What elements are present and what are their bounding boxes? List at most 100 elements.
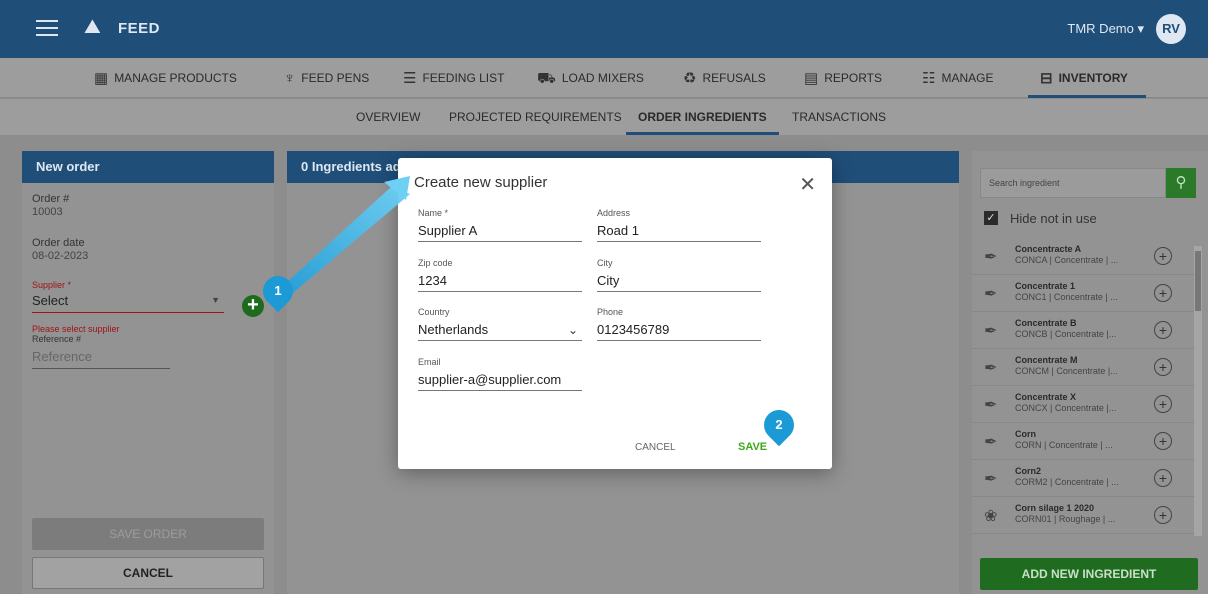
save-order-button[interactable]: SAVE ORDER bbox=[32, 518, 264, 550]
ingredient-list-scrollbar[interactable] bbox=[1194, 246, 1202, 536]
list-item[interactable]: ❀ Corn silage 1 2020 CORN01 | Roughage | .… bbox=[972, 498, 1194, 534]
dialog-cancel-button[interactable]: CANCEL bbox=[635, 442, 676, 453]
tab-order-ingredients[interactable]: ORDER INGREDIENTS bbox=[626, 99, 779, 135]
reference-label: Reference # bbox=[32, 334, 82, 344]
list-item[interactable]: ✒ Concentrate M CONCM | Concentrate |... + bbox=[972, 350, 1194, 386]
cancel-order-button[interactable]: CANCEL bbox=[32, 557, 264, 589]
supplier-label: Supplier * bbox=[32, 280, 72, 290]
corn-icon: ❀ bbox=[984, 508, 998, 525]
nav-load-mixers[interactable]: ⛟ LOAD MIXERS bbox=[537, 58, 644, 98]
app-name: FEED bbox=[118, 20, 161, 37]
pen-icon: ♆ bbox=[284, 70, 296, 87]
zip-field[interactable]: Zip code 1234 bbox=[418, 258, 582, 292]
nav-refusals[interactable]: ♻ REFUSALS bbox=[683, 58, 766, 98]
dialog-title: Create new supplier bbox=[414, 174, 548, 191]
add-ingredient-icon[interactable]: + bbox=[1154, 395, 1172, 413]
nav-reports[interactable]: ▤ REPORTS bbox=[804, 58, 882, 98]
new-order-panel: New order Order # 10003 Order date 08-02… bbox=[22, 151, 274, 594]
add-ingredient-icon[interactable]: + bbox=[1154, 321, 1172, 339]
ingredient-list: ✒ Concentracte A CONCA | Concentrate | ...… bbox=[972, 239, 1194, 539]
close-icon[interactable]: ✕ bbox=[799, 172, 816, 197]
hide-not-in-use-label: Hide not in use bbox=[1010, 211, 1097, 226]
ingredient-list-panel: Search ingredient ⚲ ✓ Hide not in use ✒ C… bbox=[972, 151, 1208, 594]
supplier-error: Please select supplier bbox=[32, 324, 120, 334]
add-supplier-button[interactable]: + bbox=[242, 295, 264, 317]
sub-nav: OVERVIEW PROJECTED REQUIREMENTS ORDER IN… bbox=[0, 99, 1208, 135]
zip-input[interactable]: 1234 bbox=[418, 272, 582, 292]
country-select[interactable]: Netherlands bbox=[418, 321, 582, 341]
search-icon[interactable]: ⚲ bbox=[1166, 168, 1196, 198]
truck-icon: ⛟ bbox=[537, 70, 556, 87]
feather-icon: ✒ bbox=[984, 397, 998, 414]
add-ingredient-icon[interactable]: + bbox=[1154, 284, 1172, 302]
list-item[interactable]: ✒ Concentrate 1 CONC1 | Concentrate | ... + bbox=[972, 276, 1194, 312]
dialog-save-button[interactable]: SAVE bbox=[738, 441, 767, 453]
reports-icon: ▤ bbox=[804, 70, 819, 87]
step-number-2: 2 bbox=[775, 417, 783, 432]
address-input[interactable]: Road 1 bbox=[597, 222, 761, 242]
supplier-select[interactable]: Select ▼ bbox=[32, 293, 224, 313]
country-field[interactable]: Country Netherlands ⌄ bbox=[418, 307, 582, 341]
nav-feeding-list[interactable]: ☰ FEEDING LIST bbox=[403, 58, 504, 98]
feather-icon: ✒ bbox=[984, 323, 998, 340]
feather-icon: ✒ bbox=[984, 471, 998, 488]
feather-icon: ✒ bbox=[984, 360, 998, 377]
hamburger-icon[interactable] bbox=[36, 20, 58, 36]
feather-icon: ✒ bbox=[984, 249, 998, 266]
nav-manage[interactable]: ☷ MANAGE bbox=[922, 58, 993, 98]
add-ingredient-icon[interactable]: + bbox=[1154, 432, 1172, 450]
step-number-1: 1 bbox=[274, 283, 282, 298]
add-ingredient-icon[interactable]: + bbox=[1154, 506, 1172, 524]
add-new-ingredient-button[interactable]: ADD NEW INGREDIENT bbox=[980, 558, 1198, 590]
supplier-select-value: Select bbox=[32, 293, 69, 308]
zip-label: Zip code bbox=[418, 258, 453, 268]
tab-projected-requirements[interactable]: PROJECTED REQUIREMENTS bbox=[449, 99, 622, 135]
order-date-value: 08-02-2023 bbox=[32, 250, 89, 262]
add-ingredient-icon[interactable]: + bbox=[1154, 469, 1172, 487]
name-field[interactable]: Name * Supplier A bbox=[418, 208, 582, 242]
order-date-label: Order date bbox=[32, 237, 85, 249]
city-input[interactable]: City bbox=[597, 272, 761, 292]
tab-overview[interactable]: OVERVIEW bbox=[356, 99, 420, 135]
module-nav: ▦ MANAGE PRODUCTS ♆ FEED PENS ☰ FEEDING LIS… bbox=[0, 58, 1208, 98]
email-field[interactable]: Email supplier-a@supplier.com bbox=[418, 357, 582, 391]
email-input[interactable]: supplier-a@supplier.com bbox=[418, 371, 582, 391]
products-icon: ▦ bbox=[94, 70, 109, 87]
phone-label: Phone bbox=[597, 307, 624, 317]
list-item[interactable]: ✒ Concentrate X CONCX | Concentrate |... + bbox=[972, 387, 1194, 423]
hide-not-in-use-checkbox[interactable]: ✓ bbox=[984, 211, 998, 225]
nav-inventory[interactable]: ⊟ INVENTORY bbox=[1028, 58, 1146, 98]
scrollbar-thumb[interactable] bbox=[1195, 251, 1201, 311]
feather-icon: ✒ bbox=[984, 286, 998, 303]
search-input[interactable]: Search ingredient bbox=[980, 168, 1166, 198]
reference-input[interactable]: Reference bbox=[32, 349, 170, 369]
nav-manage-products[interactable]: ▦ MANAGE PRODUCTS bbox=[94, 58, 237, 98]
cow-icon: ⛰ bbox=[84, 16, 101, 38]
order-number-label: Order # bbox=[32, 193, 70, 205]
list-item[interactable]: ✒ Concentracte A CONCA | Concentrate | ...… bbox=[972, 239, 1194, 275]
list-item[interactable]: ✒ Corn2 CORM2 | Concentrate | ... + bbox=[972, 461, 1194, 497]
tab-transactions[interactable]: TRANSACTIONS bbox=[792, 99, 886, 135]
add-ingredient-icon[interactable]: + bbox=[1154, 247, 1172, 265]
address-field[interactable]: Address Road 1 bbox=[597, 208, 761, 242]
phone-field[interactable]: Phone 0123456789 bbox=[597, 307, 761, 341]
address-label: Address bbox=[597, 208, 631, 218]
list-item[interactable]: ✒ Corn CORN | Concentrate | ... + bbox=[972, 424, 1194, 460]
nav-feed-pens[interactable]: ♆ FEED PENS bbox=[284, 58, 369, 98]
inventory-icon: ⊟ bbox=[1040, 70, 1053, 87]
user-menu[interactable]: TMR Demo ▾ bbox=[1067, 21, 1144, 37]
city-label: City bbox=[597, 258, 613, 268]
manage-icon: ☷ bbox=[922, 70, 936, 87]
name-label: Name * bbox=[418, 208, 449, 218]
avatar[interactable]: RV bbox=[1156, 14, 1186, 44]
list-item[interactable]: ✒ Concentrate B CONCB | Concentrate |... + bbox=[972, 313, 1194, 349]
email-label: Email bbox=[418, 357, 441, 367]
new-order-header: New order bbox=[22, 151, 274, 183]
city-field[interactable]: City City bbox=[597, 258, 761, 292]
name-input[interactable]: Supplier A bbox=[418, 222, 582, 242]
phone-input[interactable]: 0123456789 bbox=[597, 321, 761, 341]
order-number-value: 10003 bbox=[32, 206, 63, 218]
list-icon: ☰ bbox=[403, 70, 417, 87]
chevron-down-icon: ⌄ bbox=[567, 323, 578, 337]
add-ingredient-icon[interactable]: + bbox=[1154, 358, 1172, 376]
